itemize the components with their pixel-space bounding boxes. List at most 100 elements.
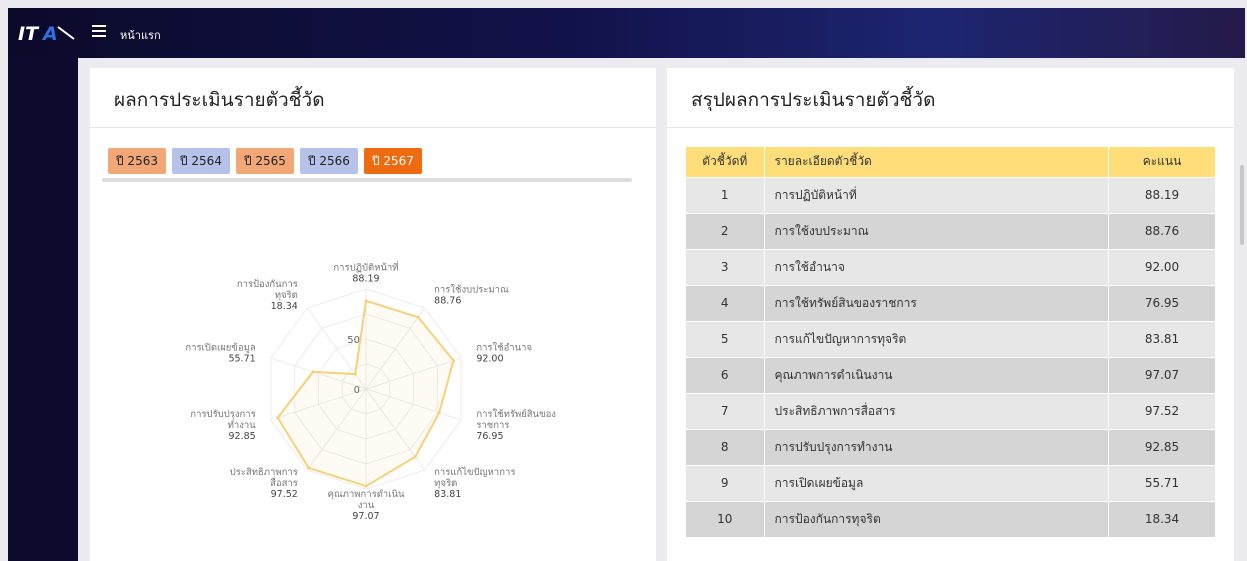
radar-data-point [364,484,368,488]
table-row: 7 ประสิทธิภาพการสื่อสาร 97.52 [686,392,1216,429]
ita-logo[interactable]: IT A [18,23,76,43]
radar-value-label: 97.52 [271,489,298,500]
summary-card-title: สรุปผลการประเมินรายตัวชี้วัด [667,68,1234,128]
radar-data-polygon [276,299,455,488]
year-button-2563[interactable]: ปี 2563 [108,148,166,174]
row-indicator-name: การใช้งบประมาณ [764,212,1109,249]
radar-axis-label: ราชการ [476,420,509,431]
table-row: 3 การใช้อำนาจ 92.00 [686,248,1216,285]
row-score: 76.95 [1108,284,1216,321]
year-button-2565[interactable]: ปี 2565 [235,148,294,174]
radar-card-title: ผลการประเมินรายตัวชี้วัด [90,68,656,128]
row-number: 1 [686,176,765,213]
radar-data-point [311,370,315,374]
row-number: 3 [686,248,765,285]
page-scrollbar[interactable] [1240,165,1244,245]
radar-axis-label: ทุจริต [275,290,298,301]
radar-value-label: 92.85 [228,431,255,442]
row-score: 92.85 [1108,428,1216,465]
radar-scale-label: 50 [347,335,360,346]
table-row: 4 การใช้ทรัพย์สินของราชการ 76.95 [686,284,1216,321]
row-indicator-name: การป้องกันการทุจริต [764,500,1109,537]
radar-axis-label: การป้องกันการ [237,279,298,290]
svg-text:IT: IT [18,23,40,43]
radar-value-label: 55.71 [228,354,255,365]
table-row: 1 การปฏิบัติหน้าที่ 88.19 [686,176,1216,213]
radar-axis-label: การใช้ทรัพย์สินของ [476,408,556,420]
radar-data-point [416,315,420,319]
indicator-radar-card: ผลการประเมินรายตัวชี้วัด ปี 2563 ปี 2564… [90,68,656,561]
row-indicator-name: การเปิดเผยข้อมูล [764,464,1109,501]
radar-chart: 050การปฏิบัติหน้าที่88.19การใช้งบประมาณ8… [185,261,556,523]
radar-axis-label: การใช้อำนาจ [476,342,532,354]
year-button-2567[interactable]: ปี 2567 [363,148,422,174]
row-indicator-name: คุณภาพการดำเนินงาน [764,356,1109,393]
radar-axis-label: การเปิดเผยข้อมูล [185,343,255,354]
table-header-row: ตัวชี้วัดที่ รายละเอียดตัวชี้วัด คะแนน [686,147,1216,177]
sidebar [8,58,78,561]
hamburger-menu-icon[interactable] [92,25,106,39]
radar-axis-label: ทำงาน [228,420,257,431]
svg-text:A: A [41,23,58,43]
row-indicator-name: การปฏิบัติหน้าที่ [764,176,1109,213]
year-button-2566[interactable]: ปี 2566 [299,148,358,174]
column-header-score: คะแนน [1108,147,1216,177]
row-score: 88.19 [1108,176,1216,213]
radar-data-point [364,299,368,303]
row-score: 97.07 [1108,356,1216,393]
radar-data-point [307,466,311,470]
table-row: 6 คุณภาพการดำเนินงาน 97.07 [686,356,1216,393]
row-indicator-name: การแก้ไขปัญหาการทุจริต [764,320,1109,357]
row-indicator-name: การใช้อำนาจ [764,248,1109,285]
table-row: 2 การใช้งบประมาณ 88.76 [686,212,1216,249]
row-indicator-name: การปรับปรุงการทำงาน [764,428,1109,465]
row-number: 9 [686,464,765,501]
column-header-detail: รายละเอียดตัวชี้วัด [764,147,1109,177]
row-number: 6 [686,356,765,393]
radar-axis-label: การใช้งบประมาณ [434,284,509,296]
radar-axis-label: การแก้ไขปัญหาการ [434,466,515,478]
radar-axis-label: คุณภาพการดำเนิน [328,489,405,500]
radar-value-label: 88.19 [352,274,379,285]
radar-value-label: 83.81 [434,489,461,500]
row-number: 7 [686,392,765,429]
table-row: 10 การป้องกันการทุจริต 18.34 [686,500,1216,537]
table-row: 5 การแก้ไขปัญหาการทุจริต 83.81 [686,320,1216,357]
row-score: 18.34 [1108,500,1216,537]
row-score: 92.00 [1108,248,1216,285]
row-score: 55.71 [1108,464,1216,501]
radar-axis-label: สื่อสาร [270,476,298,489]
indicator-summary-card: สรุปผลการประเมินรายตัวชี้วัด ตัวชี้วัดที… [667,68,1234,561]
radar-axis-label: ทุจริต [434,478,457,489]
row-score: 97.52 [1108,392,1216,429]
radar-value-label: 88.76 [434,296,461,307]
year-divider [102,178,632,182]
year-button-2564[interactable]: ปี 2564 [171,148,230,174]
home-link[interactable]: หน้าแรก [120,26,161,44]
radar-data-point [276,416,280,420]
row-number: 4 [686,284,765,321]
radar-axis-label: การปรับปรุงการ [190,409,255,420]
row-indicator-name: การใช้ทรัพย์สินของราชการ [764,284,1109,321]
radar-value-label: 76.95 [476,431,503,442]
radar-data-point [413,455,417,459]
row-number: 8 [686,428,765,465]
table-row: 9 การเปิดเผยข้อมูล 55.71 [686,464,1216,501]
summary-table: ตัวชี้วัดที่ รายละเอียดตัวชี้วัด คะแนน 1… [686,147,1216,537]
radar-data-point [451,359,455,363]
row-number: 5 [686,320,765,357]
radar-axis-label: ประสิทธิภาพการ [230,467,298,478]
radar-value-label: 92.00 [476,354,503,365]
row-number: 2 [686,212,765,249]
row-number: 10 [686,500,765,537]
radar-data-point [437,411,441,415]
radar-axis-label: การปฏิบัติหน้าที่ [333,261,398,274]
column-header-number: ตัวชี้วัดที่ [686,147,765,177]
table-row: 8 การปรับปรุงการทำงาน 92.85 [686,428,1216,465]
year-selector: ปี 2563 ปี 2564 ปี 2565 ปี 2566 ปี 2567 [108,148,422,174]
row-score: 88.76 [1108,212,1216,249]
radar-value-label: 97.07 [352,511,379,522]
row-score: 83.81 [1108,320,1216,357]
row-indicator-name: ประสิทธิภาพการสื่อสาร [764,392,1109,429]
radar-data-point [353,372,357,376]
